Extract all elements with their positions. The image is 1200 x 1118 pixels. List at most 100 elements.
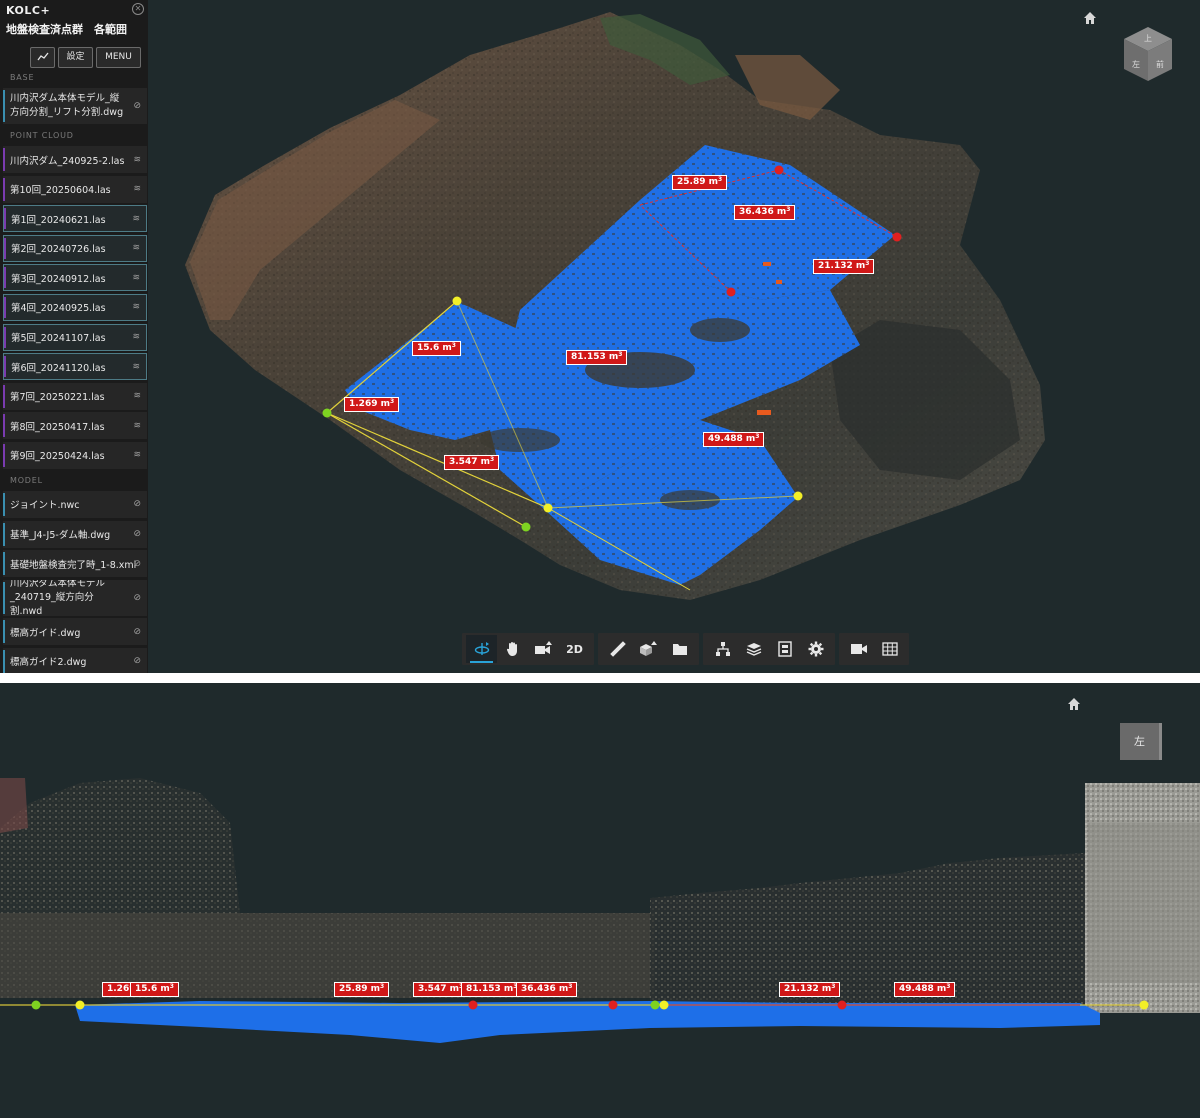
model-item[interactable]: ジョイント.nwc ⊘: [3, 490, 147, 518]
control-point-green[interactable]: [322, 408, 332, 418]
point-cloud-scene[interactable]: [0, 0, 1200, 673]
point-cloud-item-label: 第4回_20240925.las: [11, 303, 106, 315]
external-link-icon[interactable]: ⊘: [133, 591, 141, 605]
sidebar-buttons: 設定 MENU: [6, 47, 142, 68]
layers-icon[interactable]: ≋: [133, 184, 141, 194]
terrain-hill: [0, 778, 240, 913]
layers-icon[interactable]: ≋: [133, 391, 141, 401]
point-cloud-item[interactable]: 第8回_20250417.las ≋: [3, 412, 147, 440]
control-point-yellow[interactable]: [793, 491, 803, 501]
point-cloud-item[interactable]: 第10回_20250604.las ≋: [3, 175, 147, 203]
volume-label[interactable]: 36.436 m3: [516, 982, 578, 997]
control-point-red[interactable]: [837, 1000, 847, 1010]
point-cloud-item[interactable]: 第5回_20241107.las ≋: [3, 323, 147, 351]
layers-icon[interactable]: ≋: [132, 243, 140, 253]
layers-icon[interactable]: ≋: [133, 450, 141, 460]
layers-icon[interactable]: ≋: [133, 155, 141, 165]
control-point-yellow[interactable]: [75, 1000, 85, 1010]
point-cloud-item[interactable]: 第1回_20240621.las ≋: [3, 205, 147, 233]
settings-gear-icon[interactable]: [800, 635, 831, 663]
orbit-icon[interactable]: [466, 635, 497, 663]
volume-label[interactable]: 81.153 m3: [461, 982, 523, 997]
video-camera-icon[interactable]: [843, 635, 874, 663]
layers-icon[interactable]: ≋: [132, 302, 140, 312]
volume-label[interactable]: 36.436 m3: [734, 205, 796, 220]
control-point-green[interactable]: [650, 1000, 660, 1010]
terrain-gap: [480, 428, 560, 452]
external-link-icon[interactable]: ⊘: [133, 529, 141, 539]
layers-icon[interactable]: ≋: [132, 214, 140, 224]
model-item[interactable]: 基準_J4-J5-ダム軸.dwg ⊘: [3, 520, 147, 548]
measure-ruler-icon[interactable]: [602, 635, 633, 663]
volume-label[interactable]: 25.89 m3: [672, 175, 728, 190]
control-point-green[interactable]: [31, 1000, 41, 1010]
layers-icon[interactable]: ≋: [132, 273, 140, 283]
box-section-icon[interactable]: [633, 635, 664, 663]
properties-icon[interactable]: [769, 635, 800, 663]
pan-hand-icon[interactable]: [497, 635, 528, 663]
3d-viewport-top[interactable]: 25.89 m3 36.436 m3 21.132 m3 15.6 m3 81.…: [0, 0, 1200, 673]
volume-label[interactable]: 25.89 m3: [334, 982, 390, 997]
section-base: BASE: [10, 73, 35, 82]
control-point-yellow[interactable]: [659, 1000, 669, 1010]
layers-icon[interactable]: [738, 635, 769, 663]
volume-label[interactable]: 15.6 m3: [412, 341, 461, 356]
settings-button[interactable]: 設定: [58, 47, 93, 68]
control-point-red[interactable]: [892, 232, 902, 242]
point-cloud-side-scene[interactable]: [0, 683, 1200, 1118]
3d-viewport-side[interactable]: 1.269 m3 15.6 m3 25.89 m3 3.547 m3 81.15…: [0, 683, 1200, 1118]
point-cloud-item[interactable]: 第2回_20240726.las ≋: [3, 234, 147, 262]
point-cloud-item-label: 第2回_20240726.las: [11, 244, 106, 256]
menu-button[interactable]: MENU: [96, 47, 141, 68]
model-item[interactable]: 基礎地盤検査完了時_1-8.xml ⊘: [3, 550, 147, 578]
volume-label[interactable]: 21.132 m3: [813, 259, 875, 274]
model-item[interactable]: 標高ガイド.dwg ⊘: [3, 618, 147, 646]
toolbar-group: [598, 633, 699, 665]
point-cloud-item[interactable]: 川内沢ダム_240925-2.las ≋: [3, 146, 147, 173]
camera-view-icon[interactable]: [528, 635, 559, 663]
external-link-icon[interactable]: ⊘: [133, 627, 141, 637]
control-point-red[interactable]: [726, 287, 736, 297]
control-point-yellow[interactable]: [452, 296, 462, 306]
volume-label[interactable]: 15.6 m3: [130, 982, 179, 997]
navigation-cube-left[interactable]: 左: [1120, 723, 1162, 760]
point-cloud-item[interactable]: 第4回_20240925.las ≋: [3, 293, 147, 321]
volume-label[interactable]: 49.488 m3: [894, 982, 956, 997]
control-point-red[interactable]: [468, 1000, 478, 1010]
control-point-green[interactable]: [521, 522, 531, 532]
control-point-red[interactable]: [608, 1000, 618, 1010]
home-icon[interactable]: [1083, 11, 1097, 25]
point-cloud-item[interactable]: 第9回_20250424.las ≋: [3, 441, 147, 469]
home-icon[interactable]: [1067, 697, 1081, 711]
layers-icon[interactable]: ≋: [132, 332, 140, 342]
navigation-cube[interactable]: 上 左 前: [1122, 25, 1174, 83]
layers-icon[interactable]: ≋: [133, 421, 141, 431]
point-cloud-item[interactable]: 第7回_20250221.las ≋: [3, 382, 147, 410]
view-2d-button[interactable]: 2D: [559, 635, 590, 663]
volume-label[interactable]: 81.153 m3: [566, 350, 628, 365]
control-point-yellow[interactable]: [543, 503, 553, 513]
volume-label[interactable]: 49.488 m3: [703, 432, 765, 447]
volume-label[interactable]: 21.132 m3: [779, 982, 841, 997]
layers-icon[interactable]: ≋: [132, 362, 140, 372]
external-link-icon[interactable]: ⊘: [133, 499, 141, 509]
control-point-yellow[interactable]: [1139, 1000, 1149, 1010]
volume-label[interactable]: 3.547 m3: [444, 455, 500, 470]
folder-icon[interactable]: [664, 635, 695, 663]
control-point-red[interactable]: [774, 165, 784, 175]
external-link-icon[interactable]: ⊘: [133, 559, 141, 569]
close-icon[interactable]: ✕: [132, 3, 144, 15]
model-item[interactable]: 標高ガイド2.dwg ⊘: [3, 647, 147, 673]
point-cloud-item[interactable]: 第6回_20241120.las ≋: [3, 353, 147, 381]
external-link-icon[interactable]: ⊘: [133, 656, 141, 666]
hierarchy-icon[interactable]: [707, 635, 738, 663]
volume-label[interactable]: 3.547 m3: [413, 982, 469, 997]
model-item[interactable]: 川内沢ダム本体モデル_240719_縦方向分割.nwd ⊘: [3, 579, 147, 616]
base-item[interactable]: 川内沢ダム本体モデル_縦方向分割_リフト分割.dwg ⊘: [3, 88, 147, 124]
external-link-icon[interactable]: ⊘: [133, 99, 141, 113]
volume-label[interactable]: 1.269 m3: [344, 397, 400, 412]
chart-icon-button[interactable]: [30, 47, 55, 68]
table-grid-icon[interactable]: [874, 635, 905, 663]
model-list: ジョイント.nwc ⊘ 基準_J4-J5-ダム軸.dwg ⊘ 基礎地盤検査完了時_1-8…: [0, 490, 148, 673]
point-cloud-item[interactable]: 第3回_20240912.las ≋: [3, 264, 147, 292]
